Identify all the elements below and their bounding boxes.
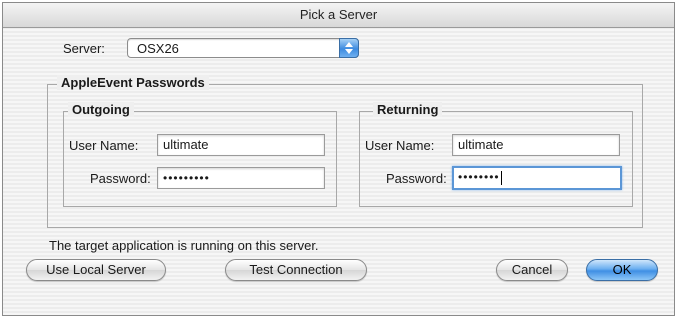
dialog-title: Pick a Server	[3, 3, 674, 28]
appleevent-passwords-title: AppleEvent Passwords	[57, 75, 209, 90]
use-local-server-button[interactable]: Use Local Server	[26, 259, 166, 281]
outgoing-username-label: User Name:	[69, 138, 139, 153]
outgoing-title: Outgoing	[68, 102, 134, 117]
server-popup[interactable]: OSX26	[127, 38, 359, 58]
returning-password-field[interactable]: ••••••••	[452, 166, 622, 190]
returning-username-field[interactable]: ultimate	[452, 134, 620, 156]
test-connection-button[interactable]: Test Connection	[225, 259, 367, 281]
status-text: The target application is running on thi…	[49, 238, 319, 253]
returning-title: Returning	[373, 102, 443, 117]
outgoing-password-field[interactable]: •••••••••	[157, 167, 325, 189]
up-down-arrows-icon	[339, 38, 359, 58]
returning-group	[359, 111, 633, 207]
outgoing-username-value: ultimate	[163, 137, 209, 152]
server-label: Server:	[63, 41, 105, 56]
returning-password-label: Password:	[386, 171, 447, 186]
outgoing-group	[63, 111, 337, 207]
ok-button[interactable]: OK	[586, 259, 658, 281]
outgoing-username-field[interactable]: ultimate	[157, 134, 325, 156]
outgoing-password-label: Password:	[90, 171, 151, 186]
returning-username-label: User Name:	[365, 138, 435, 153]
pick-server-dialog: Pick a Server Server: OSX26 AppleEvent P…	[2, 2, 675, 316]
cancel-button[interactable]: Cancel	[496, 259, 568, 281]
server-selected-value: OSX26	[137, 41, 179, 56]
outgoing-password-value: •••••••••	[163, 171, 210, 185]
returning-username-value: ultimate	[458, 137, 504, 152]
text-caret	[500, 170, 502, 185]
returning-password-value: ••••••••	[458, 170, 500, 184]
